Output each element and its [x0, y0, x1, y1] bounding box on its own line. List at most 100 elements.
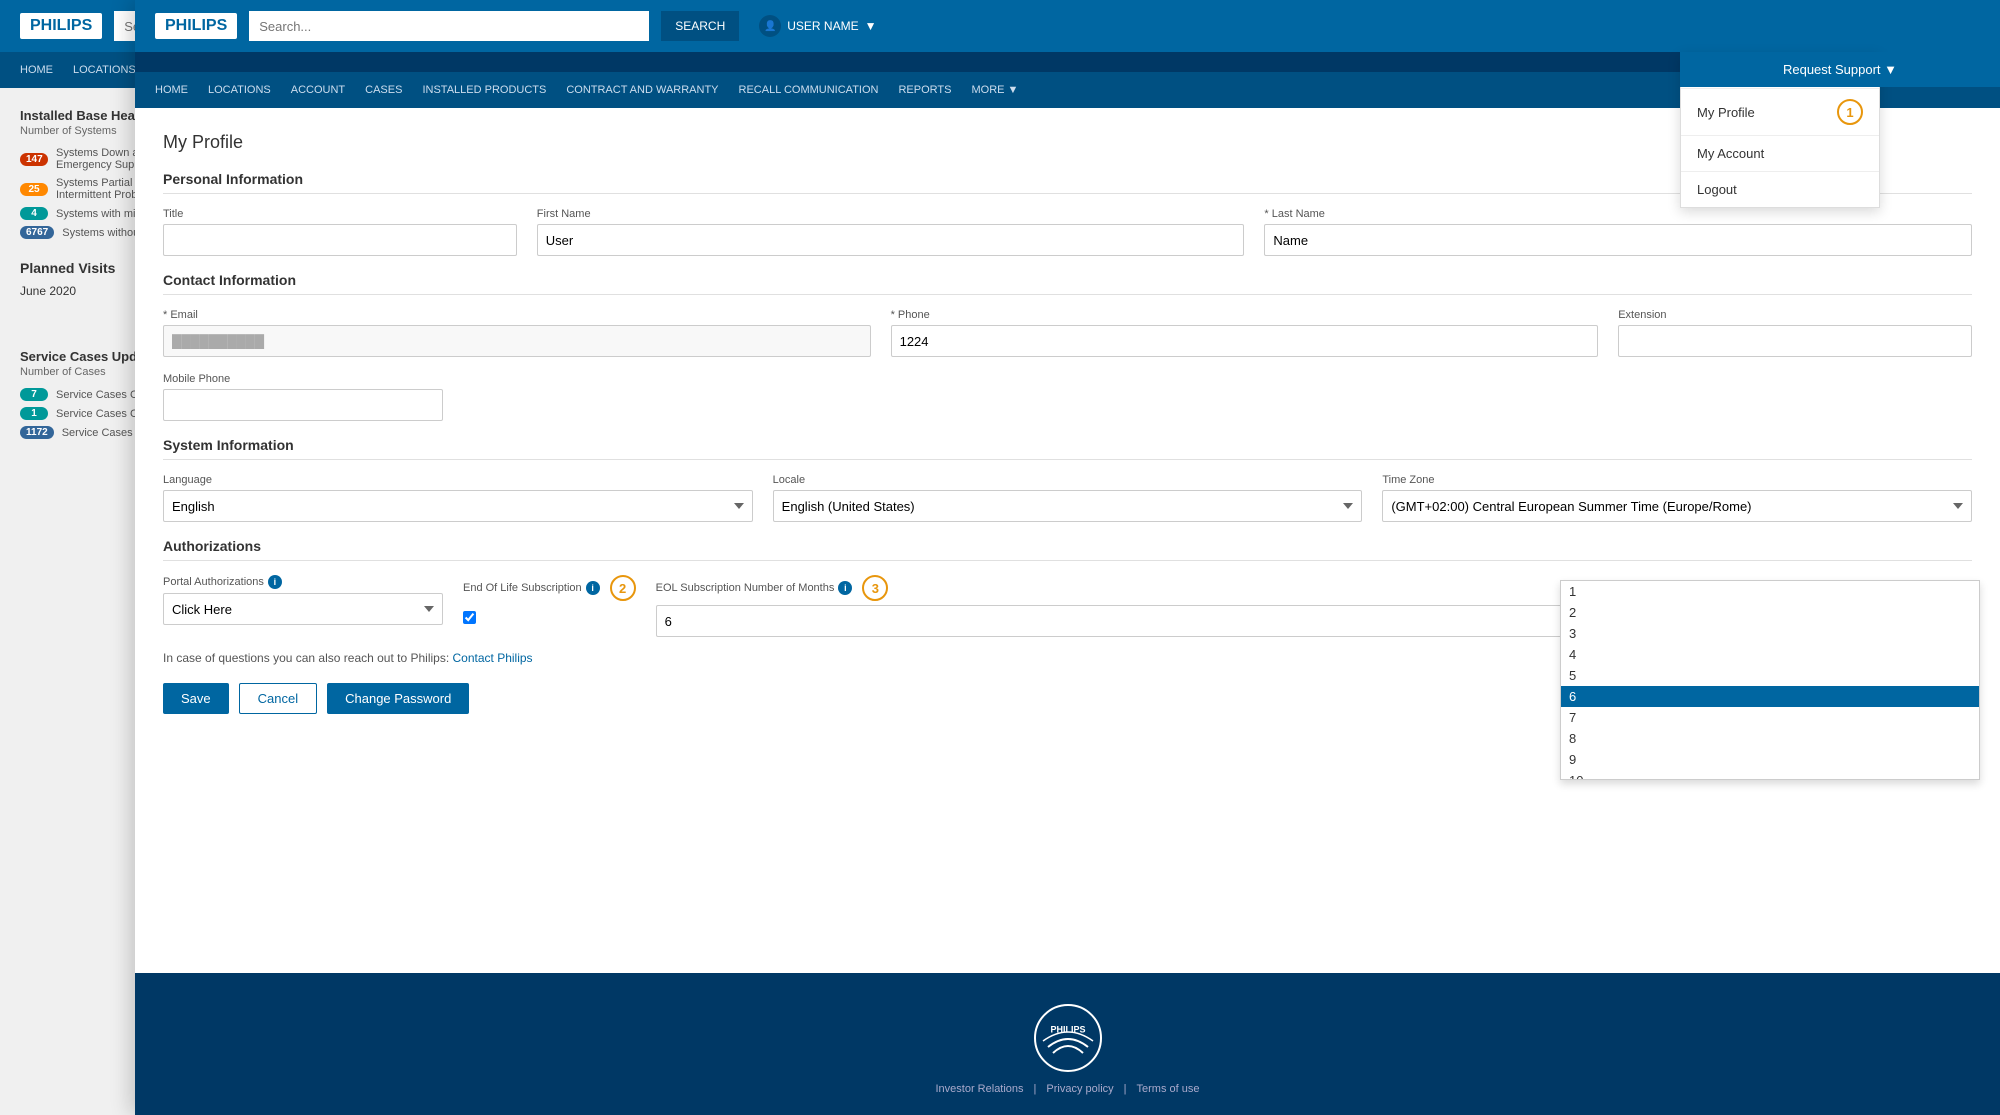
- extension-label: Extension: [1618, 309, 1972, 321]
- eol-option-10[interactable]: 10: [1561, 770, 1979, 780]
- change-password-button[interactable]: Change Password: [327, 683, 469, 714]
- main-header: PHILIPS SEARCH 👤 USER NAME ▼: [135, 0, 2000, 52]
- phone-label: * Phone: [891, 309, 1599, 321]
- locale-select[interactable]: English (United States): [773, 490, 1363, 522]
- nav-account[interactable]: ACCOUNT: [291, 84, 345, 96]
- eol-checkbox-wrapper: [463, 611, 636, 627]
- first-name-input[interactable]: [537, 224, 1245, 256]
- bg-philips-logo: PHILIPS: [20, 13, 102, 39]
- email-input[interactable]: [163, 325, 871, 357]
- last-name-group: * Last Name: [1264, 208, 1972, 256]
- svg-text:PHILIPS: PHILIPS: [1050, 1024, 1085, 1034]
- portal-auth-label: Portal Authorizations i: [163, 575, 443, 589]
- step-circle-2: 2: [610, 575, 636, 601]
- eol-option-3[interactable]: 3: [1561, 623, 1979, 644]
- locale-label: Locale: [773, 474, 1363, 486]
- step-circle-1: 1: [1837, 99, 1863, 125]
- nav-cases[interactable]: CASES: [365, 84, 402, 96]
- extension-group: Extension: [1618, 309, 1972, 357]
- scu-badge-3: 1172: [20, 426, 54, 439]
- eol-months-label-text: EOL Subscription Number of Months: [656, 582, 835, 594]
- main-footer: PHILIPS Investor Relations | Privacy pol…: [135, 973, 2000, 1115]
- mobile-group: Mobile Phone: [163, 373, 443, 421]
- last-name-label: * Last Name: [1264, 208, 1972, 220]
- eol-info-icon[interactable]: i: [586, 581, 600, 595]
- eol-option-6[interactable]: 6: [1561, 686, 1979, 707]
- request-support-button[interactable]: Request Support ▼: [1680, 52, 2000, 87]
- eol-option-1[interactable]: 1: [1561, 581, 1979, 602]
- system-row-1: Language English Locale English (United …: [163, 474, 1972, 522]
- ibh-badge-4: 6767: [20, 226, 54, 239]
- eol-group: End Of Life Subscription i 2: [463, 575, 636, 627]
- eol-checkbox[interactable]: [463, 611, 476, 624]
- dropdown-my-account[interactable]: My Account: [1681, 136, 1879, 172]
- footer-privacy-policy[interactable]: Privacy policy: [1046, 1083, 1113, 1095]
- eol-option-2[interactable]: 2: [1561, 602, 1979, 623]
- timezone-group: Time Zone (GMT+02:00) Central European S…: [1382, 474, 1972, 522]
- dropdown-my-profile-label: My Profile: [1697, 105, 1755, 120]
- ibh-badge-2: 25: [20, 183, 48, 196]
- portal-auth-group: Portal Authorizations i Click Here: [163, 575, 443, 625]
- request-support-bar: Request Support ▼: [1680, 52, 2000, 87]
- portal-auth-label-text: Portal Authorizations: [163, 576, 264, 588]
- nav-reports[interactable]: REPORTS: [898, 84, 951, 96]
- ibh-badge-1: 147: [20, 153, 48, 166]
- portal-auth-info-icon[interactable]: i: [268, 575, 282, 589]
- title-input[interactable]: [163, 224, 517, 256]
- main-user-menu[interactable]: 👤 USER NAME ▼: [759, 15, 876, 37]
- main-philips-logo: PHILIPS: [165, 17, 227, 34]
- eol-months-info-icon[interactable]: i: [838, 581, 852, 595]
- auth-title: Authorizations: [163, 538, 1972, 561]
- contact-row-1: * Email * Phone Extension: [163, 309, 1972, 357]
- language-select[interactable]: English: [163, 490, 753, 522]
- system-info-section: System Information: [163, 437, 1972, 460]
- footer-terms-of-use[interactable]: Terms of use: [1137, 1083, 1200, 1095]
- nav-locations[interactable]: LOCATIONS: [208, 84, 271, 96]
- bg-nav-home[interactable]: HOME: [20, 64, 53, 76]
- email-label: * Email: [163, 309, 871, 321]
- nav-more[interactable]: MORE ▼: [971, 84, 1018, 96]
- eol-label: End Of Life Subscription i 2: [463, 575, 636, 601]
- mobile-label: Mobile Phone: [163, 373, 443, 385]
- contact-philips-link[interactable]: Contact Philips: [453, 651, 533, 665]
- timezone-select[interactable]: (GMT+02:00) Central European Summer Time…: [1382, 490, 1972, 522]
- portal-auth-select-wrapper: Click Here: [163, 593, 443, 625]
- phone-group: * Phone: [891, 309, 1599, 357]
- first-name-label: First Name: [537, 208, 1245, 220]
- mobile-input[interactable]: [163, 389, 443, 421]
- footer-links: Investor Relations | Privacy policy | Te…: [155, 1083, 1980, 1095]
- title-group: Title: [163, 208, 517, 256]
- footer-logo: PHILIPS: [1033, 1003, 1103, 1073]
- dropdown-my-profile[interactable]: My Profile 1: [1681, 89, 1879, 136]
- cancel-button[interactable]: Cancel: [239, 683, 317, 714]
- nav-home[interactable]: HOME: [155, 84, 188, 96]
- ibh-badge-3: 4: [20, 207, 48, 220]
- eol-option-9[interactable]: 9: [1561, 749, 1979, 770]
- main-search-button[interactable]: SEARCH: [661, 11, 739, 41]
- dropdown-logout[interactable]: Logout: [1681, 172, 1879, 207]
- first-name-group: First Name: [537, 208, 1245, 256]
- email-group: * Email: [163, 309, 871, 357]
- scu-badge-1: 7: [20, 388, 48, 401]
- last-name-input[interactable]: [1264, 224, 1972, 256]
- nav-installed-products[interactable]: INSTALLED PRODUCTS: [422, 84, 546, 96]
- eol-option-5[interactable]: 5: [1561, 665, 1979, 686]
- portal-auth-select[interactable]: Click Here: [163, 593, 443, 625]
- main-search-input[interactable]: [249, 11, 649, 41]
- eol-label-text: End Of Life Subscription: [463, 582, 582, 594]
- eol-months-dropdown[interactable]: 1 2 3 4 5 6 7 8 9 10 11 12 13 14 15 16 1…: [1560, 580, 1980, 780]
- extension-input[interactable]: [1618, 325, 1972, 357]
- nav-recall[interactable]: RECALL COMMUNICATION: [739, 84, 879, 96]
- eol-option-8[interactable]: 8: [1561, 728, 1979, 749]
- timezone-label: Time Zone: [1382, 474, 1972, 486]
- footer-investor-relations[interactable]: Investor Relations: [936, 1083, 1024, 1095]
- bg-nav-locations[interactable]: LOCATIONS: [73, 64, 136, 76]
- save-button[interactable]: Save: [163, 683, 229, 714]
- language-label: Language: [163, 474, 753, 486]
- personal-info-row-1: Title First Name * Last Name: [163, 208, 1972, 256]
- nav-contract-warranty[interactable]: CONTRACT AND WARRANTY: [566, 84, 718, 96]
- language-group: Language English: [163, 474, 753, 522]
- eol-option-7[interactable]: 7: [1561, 707, 1979, 728]
- eol-option-4[interactable]: 4: [1561, 644, 1979, 665]
- phone-input[interactable]: [891, 325, 1599, 357]
